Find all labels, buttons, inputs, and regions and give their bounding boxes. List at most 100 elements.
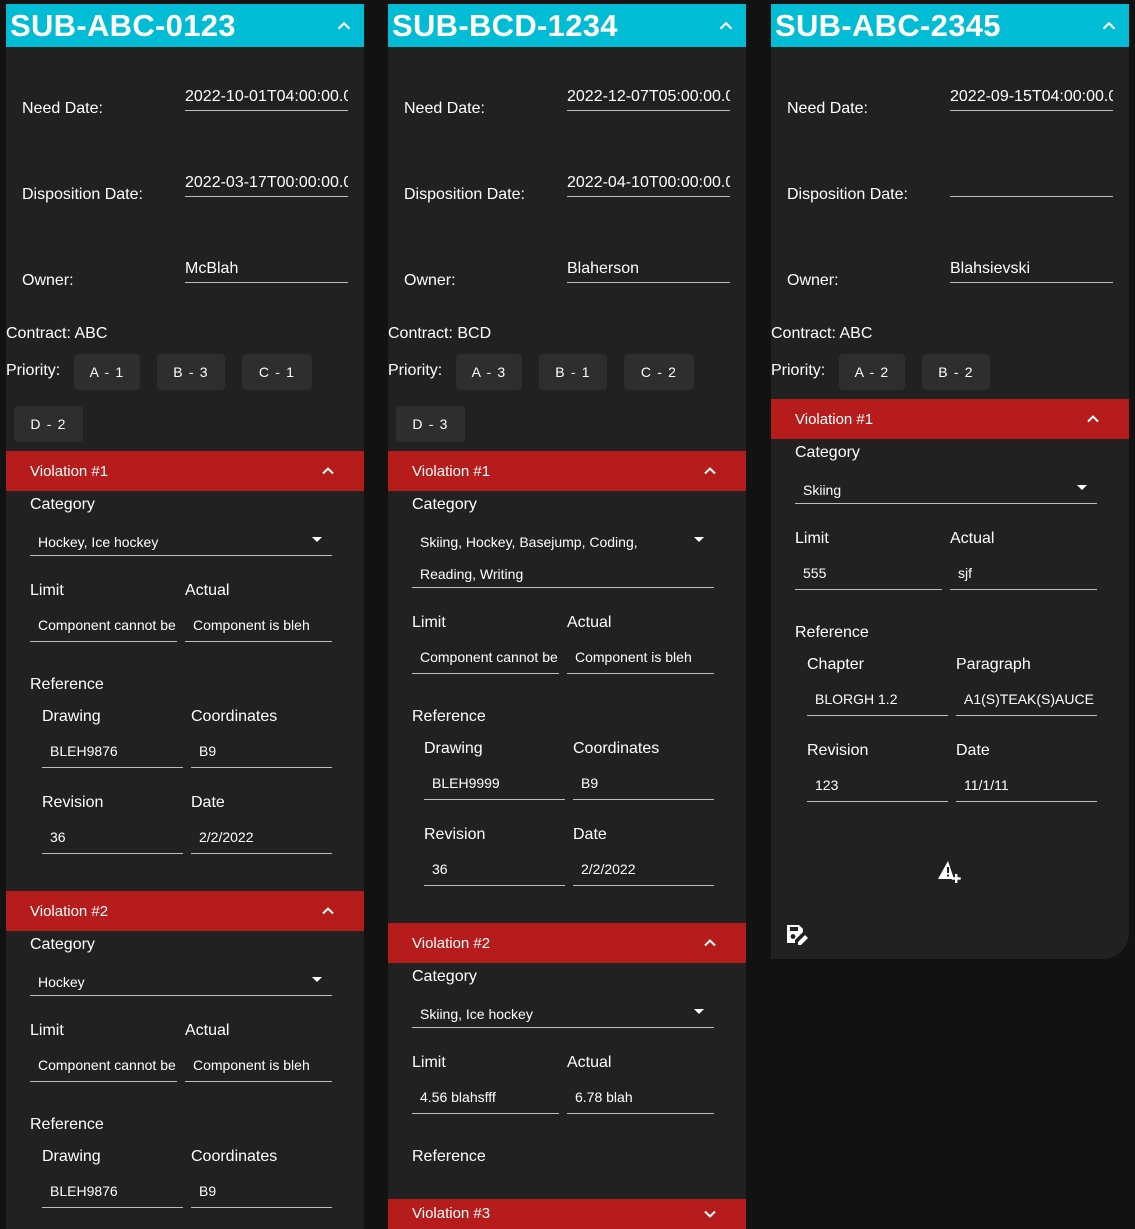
- disposition-date-field[interactable]: 2022-03-17T00:00:00.0: [185, 170, 348, 197]
- limit-field[interactable]: Component cannot be: [30, 1051, 177, 1082]
- violation-header[interactable]: Violation #1: [6, 451, 364, 491]
- chevron-down-icon[interactable]: [698, 1205, 722, 1223]
- priority-chip[interactable]: C - 1: [242, 354, 312, 390]
- category-select[interactable]: Skiing, Ice hockey: [412, 992, 714, 1028]
- chevron-up-icon[interactable]: [316, 459, 340, 483]
- limit-label: Limit: [412, 614, 446, 631]
- actual-field[interactable]: Component is bleh: [185, 611, 332, 642]
- category-select[interactable]: Hockey: [30, 960, 332, 996]
- actual-field[interactable]: sjf: [950, 559, 1097, 590]
- chevron-up-icon[interactable]: [332, 14, 356, 38]
- card-header[interactable]: SUB-ABC-0123: [6, 4, 364, 47]
- priority-chip[interactable]: D - 2: [14, 406, 83, 442]
- actual-field[interactable]: Component is bleh: [185, 1051, 332, 1082]
- disposition-date-field[interactable]: [950, 170, 1113, 197]
- submission-card-1: SUB-ABC-0123 Need Date: 2022-10-01T04:00…: [6, 4, 364, 1229]
- reference-label: Reference: [30, 676, 104, 693]
- revision-field[interactable]: 36: [42, 823, 183, 854]
- limit-field[interactable]: 555: [795, 559, 942, 590]
- priority-chip[interactable]: A - 3: [456, 354, 522, 390]
- need-date-field[interactable]: 2022-12-07T05:00:00.0: [567, 84, 730, 111]
- limit-field[interactable]: Component cannot be: [30, 611, 177, 642]
- drawing-field[interactable]: BLEH9876: [42, 737, 183, 768]
- coordinates-label: Coordinates: [573, 740, 660, 757]
- chevron-up-icon[interactable]: [698, 931, 722, 955]
- need-date-field[interactable]: 2022-10-01T04:00:00.0: [185, 84, 348, 111]
- date-label: Date: [956, 742, 990, 759]
- revision-field[interactable]: 36: [424, 855, 565, 886]
- violation-header[interactable]: Violation #2: [6, 891, 364, 931]
- limit-field[interactable]: Component cannot be: [412, 643, 559, 674]
- violation-title: Violation #1: [412, 462, 491, 480]
- chevron-down-icon: [694, 537, 704, 542]
- disposition-date-field[interactable]: 2022-04-10T00:00:00.0: [567, 170, 730, 197]
- priority-chip[interactable]: D - 3: [396, 406, 465, 442]
- violation-title: Violation #1: [30, 462, 109, 480]
- drawing-label: Drawing: [424, 740, 483, 757]
- owner-row: Owner: Blaherson: [404, 256, 730, 296]
- limit-field[interactable]: 4.56 blahsfff: [412, 1083, 559, 1114]
- category-value: Skiing: [803, 482, 842, 498]
- category-value-line: Reading, Writing: [420, 566, 524, 582]
- category-select[interactable]: Skiing: [795, 468, 1097, 504]
- paragraph-field[interactable]: A1(S)TEAK(S)AUCE: [956, 685, 1097, 716]
- owner-field[interactable]: McBlah: [185, 256, 348, 283]
- category-select[interactable]: Skiing, Hockey, Basejump, Coding, Readin…: [412, 520, 714, 588]
- drawing-label: Drawing: [42, 1148, 101, 1165]
- violation-header[interactable]: Violation #3: [388, 1199, 746, 1229]
- card-header[interactable]: SUB-BCD-1234: [388, 4, 746, 47]
- date-field[interactable]: 2/2/2022: [573, 855, 714, 886]
- chevron-up-icon[interactable]: [698, 459, 722, 483]
- drawing-field[interactable]: BLEH9876: [42, 1177, 183, 1208]
- violation-header[interactable]: Violation #1: [388, 451, 746, 491]
- card-header[interactable]: SUB-ABC-2345: [771, 4, 1129, 47]
- date-label: Date: [573, 826, 607, 843]
- violation-header[interactable]: Violation #1: [771, 399, 1129, 439]
- actual-label: Actual: [185, 582, 230, 599]
- revision-label: Revision: [424, 826, 486, 843]
- violation-title: Violation #2: [412, 934, 491, 952]
- priority-label: Priority:: [6, 362, 61, 379]
- contract-text: Contract: ABC: [771, 325, 873, 342]
- reference-label: Reference: [795, 624, 869, 641]
- priority-label: Priority:: [771, 362, 826, 379]
- chevron-up-icon[interactable]: [714, 14, 738, 38]
- priority-chip[interactable]: A - 2: [839, 354, 905, 390]
- chevron-up-icon[interactable]: [1097, 14, 1121, 38]
- add-warning-icon[interactable]: [937, 859, 963, 885]
- submission-card-3: SUB-ABC-2345 Need Date: 2022-09-15T04:00…: [771, 4, 1129, 959]
- date-field[interactable]: 2/2/2022: [191, 823, 332, 854]
- owner-label: Owner:: [22, 272, 74, 289]
- drawing-field[interactable]: BLEH9999: [424, 769, 565, 800]
- actual-field[interactable]: Component is bleh: [567, 643, 714, 674]
- priority-chip[interactable]: A - 1: [74, 354, 140, 390]
- coordinates-field[interactable]: B9: [191, 1177, 332, 1208]
- priority-chip[interactable]: B - 2: [922, 354, 990, 390]
- priority-chip[interactable]: B - 3: [157, 354, 225, 390]
- violation-header[interactable]: Violation #2: [388, 923, 746, 963]
- contract-text: Contract: ABC: [6, 325, 108, 342]
- need-date-field[interactable]: 2022-09-15T04:00:00.0: [950, 84, 1113, 111]
- revision-field[interactable]: 123: [807, 771, 948, 802]
- priority-chip[interactable]: B - 1: [539, 354, 607, 390]
- chevron-up-icon[interactable]: [1081, 407, 1105, 431]
- priority-chip[interactable]: C - 2: [624, 354, 694, 390]
- need-date-row: Need Date: 2022-10-01T04:00:00.0: [22, 84, 348, 124]
- date-field[interactable]: 11/1/11: [956, 771, 1097, 802]
- disposition-date-row: Disposition Date: 2022-03-17T00:00:00.0: [22, 170, 348, 210]
- coordinates-field[interactable]: B9: [573, 769, 714, 800]
- chevron-up-icon[interactable]: [316, 899, 340, 923]
- coordinates-field[interactable]: B9: [191, 737, 332, 768]
- category-select[interactable]: Hockey, Ice hockey: [30, 520, 332, 556]
- owner-field[interactable]: Blahsievski: [950, 256, 1113, 283]
- coordinates-label: Coordinates: [191, 708, 278, 725]
- owner-field[interactable]: Blaherson: [567, 256, 730, 283]
- disposition-date-row: Disposition Date: 2022-04-10T00:00:00.0: [404, 170, 730, 210]
- save-edit-icon[interactable]: [785, 922, 809, 946]
- drawing-label: Drawing: [42, 708, 101, 725]
- chapter-field[interactable]: BLORGH 1.2: [807, 685, 948, 716]
- category-value: Skiing, Ice hockey: [420, 1006, 533, 1022]
- actual-field[interactable]: 6.78 blah: [567, 1083, 714, 1114]
- owner-label: Owner:: [404, 272, 456, 289]
- category-label: Category: [30, 496, 95, 513]
